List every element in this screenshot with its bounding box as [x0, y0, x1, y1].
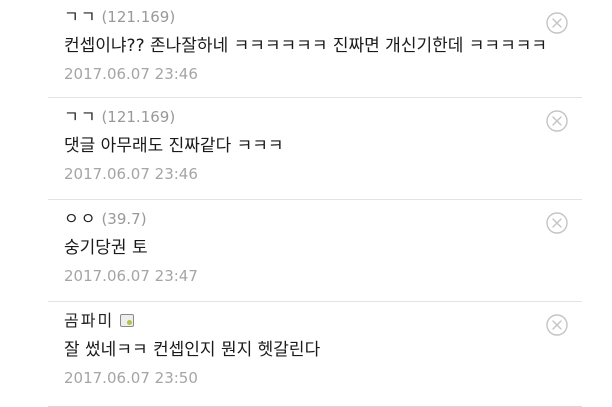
comment-meta: ㄱㄱ (121.169) — [64, 6, 175, 28]
comment-author[interactable]: ㄱㄱ — [64, 7, 97, 26]
comment-list: ㄱㄱ (121.169) 컨셉이냐?? 존나잘하네 ㅋㅋㅋㅋㅋㅋ 진짜면 개신기한… — [48, 0, 582, 407]
close-circle-icon — [546, 110, 568, 132]
comment-author[interactable]: ㅇㅇ — [64, 209, 97, 228]
comment-item: 곰파미 잘 썼네ㅋㅋ 컨셉인지 뭔지 헷갈린다 2017.06.07 23:50 — [48, 302, 582, 407]
delete-comment-button[interactable] — [546, 212, 568, 234]
comment-ip: (121.169) — [101, 108, 176, 126]
close-circle-icon — [546, 212, 568, 234]
comment-text: 잘 썼네ㅋㅋ 컨셉인지 뭔지 헷갈린다 — [64, 340, 321, 360]
delete-comment-button[interactable] — [546, 314, 568, 336]
comment-item: ㅇㅇ (39.7) 숭기당권 토 2017.06.07 23:47 — [48, 200, 582, 302]
comment-date: 2017.06.07 23:46 — [64, 65, 198, 83]
comment-date: 2017.06.07 23:46 — [64, 165, 198, 183]
comment-meta: ㄱㄱ (121.169) — [64, 106, 175, 128]
close-circle-icon — [546, 12, 568, 34]
delete-comment-button[interactable] — [546, 110, 568, 132]
member-badge-icon — [120, 314, 135, 327]
comment-meta: 곰파미 — [64, 310, 135, 332]
close-circle-icon — [546, 314, 568, 336]
comment-ip: (39.7) — [101, 210, 147, 228]
comment-meta: ㅇㅇ (39.7) — [64, 208, 147, 230]
comment-item: ㄱㄱ (121.169) 댓글 아무래도 진짜같다 ㅋㅋㅋ 2017.06.07 … — [48, 98, 582, 200]
comment-ip: (121.169) — [101, 8, 176, 26]
comment-author[interactable]: ㄱㄱ — [64, 107, 97, 126]
comment-text: 댓글 아무래도 진짜같다 ㅋㅋㅋ — [64, 136, 284, 156]
comment-author[interactable]: 곰파미 — [64, 311, 114, 330]
comment-text: 숭기당권 토 — [64, 238, 148, 258]
comment-text: 컨셉이냐?? 존나잘하네 ㅋㅋㅋㅋㅋㅋ 진짜면 개신기한데 ㅋㅋㅋㅋㅋ — [64, 36, 547, 56]
delete-comment-button[interactable] — [546, 12, 568, 34]
comment-date: 2017.06.07 23:47 — [64, 267, 198, 285]
comment-date: 2017.06.07 23:50 — [64, 369, 198, 387]
comment-item: ㄱㄱ (121.169) 컨셉이냐?? 존나잘하네 ㅋㅋㅋㅋㅋㅋ 진짜면 개신기한… — [48, 0, 582, 98]
